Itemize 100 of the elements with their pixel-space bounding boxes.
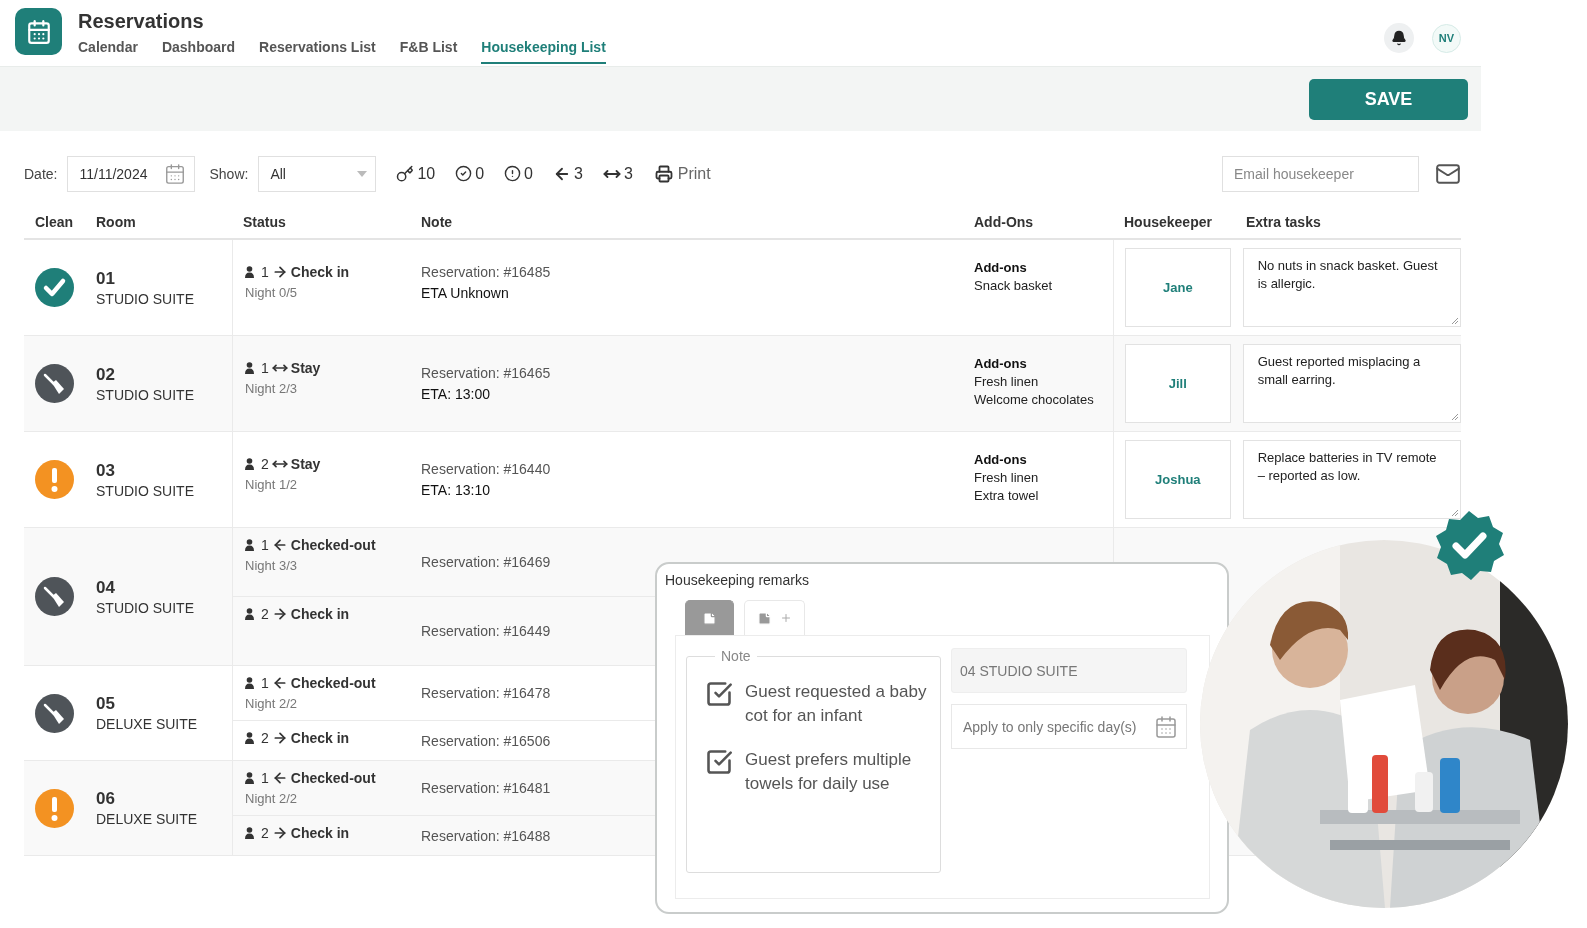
column-header: Extra tasks — [1245, 214, 1322, 230]
extra-tasks-field[interactable]: Replace batteries in TV remote – reported as low. — [1242, 440, 1461, 519]
room-number: 05 — [96, 694, 116, 714]
clean-check-icon[interactable] — [35, 268, 74, 307]
broom-icon[interactable] — [35, 364, 74, 403]
stay-status: Stay — [290, 360, 321, 376]
checklist-text: Guest requested a baby cot for an infant — [745, 681, 928, 727]
broom-icon[interactable] — [35, 577, 74, 616]
night-count: Night 3/3 — [245, 558, 299, 573]
key-icon — [396, 164, 415, 183]
nav-tab[interactable]: Housekeeping List — [481, 39, 606, 64]
caret-icon — [357, 170, 368, 177]
housekeeper-field[interactable]: Jill — [1125, 344, 1231, 423]
resize-grip-icon[interactable] — [1451, 413, 1458, 420]
show-label: Show: — [209, 165, 249, 182]
checkbox[interactable] — [705, 748, 733, 776]
guest-count: 2 — [261, 730, 269, 746]
bell-icon[interactable] — [1384, 23, 1414, 53]
printer-icon — [654, 164, 673, 183]
reservation-number: Reservation: #16465 — [421, 365, 551, 381]
stay-status: Checked-out — [290, 537, 376, 553]
app-logo[interactable] — [15, 8, 62, 55]
guest-icon — [245, 361, 254, 375]
stay-status: Check in — [290, 730, 350, 746]
night-count: Night 1/2 — [245, 477, 299, 492]
days-field[interactable]: Apply to only specific day(s) — [951, 704, 1187, 749]
addon-item: Welcome chocolates — [974, 392, 1095, 407]
column-header: Note — [420, 214, 454, 230]
guest-count: 2 — [261, 456, 269, 472]
reservation-number: Reservation: #16469 — [421, 554, 551, 570]
room-type: STUDIO SUITE — [96, 386, 195, 403]
guest-count: 2 — [261, 825, 269, 841]
save-button[interactable]: SAVE — [1309, 78, 1468, 120]
check-circle-icon — [455, 165, 473, 182]
eta-text: ETA: 13:00 — [421, 386, 490, 402]
room-type: DELUXE SUITE — [96, 716, 199, 732]
column-header: Housekeeper — [1123, 214, 1213, 230]
resize-grip-icon[interactable] — [1451, 317, 1458, 324]
alert-circle-icon — [504, 165, 522, 182]
housekeeper-field[interactable]: Jane — [1125, 248, 1231, 327]
guest-count: 1 — [261, 537, 269, 553]
column-header: Add-Ons — [973, 214, 1035, 230]
resize-grip-icon[interactable] — [1451, 509, 1458, 516]
night-count: Night 2/2 — [245, 791, 299, 806]
room-field: 04 STUDIO SUITE — [951, 648, 1187, 693]
column-header: Clean — [34, 214, 75, 230]
addons-title: Add-ons — [974, 452, 1028, 467]
extra-tasks-field[interactable]: No nuts in snack basket. Guest is allergic. — [1242, 248, 1461, 327]
email-field[interactable]: Email housekeeper — [1222, 155, 1419, 192]
guest-icon — [245, 457, 254, 471]
guest-icon — [245, 676, 254, 690]
reservation-number: Reservation: #16506 — [421, 732, 551, 749]
stay-status: Check in — [290, 264, 350, 280]
guest-count: 1 — [261, 770, 269, 786]
note-field[interactable]: Note Guest requested a baby cot for an infant Guest prefers multiple towels for daily use — [686, 648, 941, 873]
night-count: Night 0/5 — [245, 285, 299, 300]
print-button[interactable]: Print — [654, 164, 711, 183]
addons-title: Add-ons — [974, 356, 1028, 371]
calendar-icon — [1154, 714, 1178, 739]
counter-value: 3 — [574, 164, 583, 183]
addon-item: Extra towel — [974, 488, 1040, 503]
reservation-number: Reservation: #16440 — [421, 461, 551, 477]
nav-tab[interactable]: F&B List — [399, 39, 458, 64]
eta-text: ETA Unknown — [421, 285, 509, 301]
housekeeper-field[interactable]: Joshua — [1125, 440, 1231, 519]
show-dropdown[interactable]: All — [258, 155, 377, 192]
guest-count: 1 — [261, 675, 269, 691]
stay-status: Stay — [290, 456, 321, 472]
nav-tab[interactable]: Dashboard — [161, 39, 236, 64]
counter-value: 10 — [417, 164, 436, 183]
date-label: Date: — [24, 165, 58, 182]
reservation-number: Reservation: #16478 — [421, 685, 551, 701]
reservation-number: Reservation: #16449 — [421, 623, 551, 639]
night-count: Night 2/2 — [245, 696, 299, 711]
checkbox[interactable] — [705, 680, 733, 708]
reservation-number: Reservation: #16481 — [421, 780, 551, 796]
night-count: Night 2/3 — [245, 381, 299, 396]
extra-tasks-field[interactable]: Guest reported misplacing a small earring. — [1242, 344, 1461, 423]
counter-value: 0 — [475, 164, 485, 183]
nav-tab[interactable]: Reservations List — [259, 39, 376, 64]
guest-icon — [245, 538, 254, 552]
popup-title: Housekeeping remarks — [665, 572, 810, 588]
room-number: 03 — [96, 460, 116, 481]
room-number: 01 — [96, 268, 116, 289]
guest-icon — [245, 265, 254, 279]
date-field[interactable]: 11/11/2024 — [67, 155, 196, 192]
addon-item: Fresh linen — [974, 470, 1040, 485]
counter-value: 3 — [623, 164, 633, 183]
guest-icon — [245, 771, 254, 785]
note-tab[interactable] — [685, 600, 734, 635]
user-avatar[interactable]: NV — [1432, 23, 1461, 53]
addon-item: Fresh linen — [974, 374, 1040, 389]
stay-status: Check in — [290, 606, 350, 622]
stay-status: Check in — [290, 825, 350, 841]
calendar-icon — [164, 162, 187, 185]
column-header: Status — [242, 214, 287, 230]
nav-tab[interactable]: Calendar — [78, 39, 138, 64]
broom-icon[interactable] — [35, 693, 74, 733]
room-type: STUDIO SUITE — [96, 482, 195, 499]
note-icon — [757, 610, 772, 626]
